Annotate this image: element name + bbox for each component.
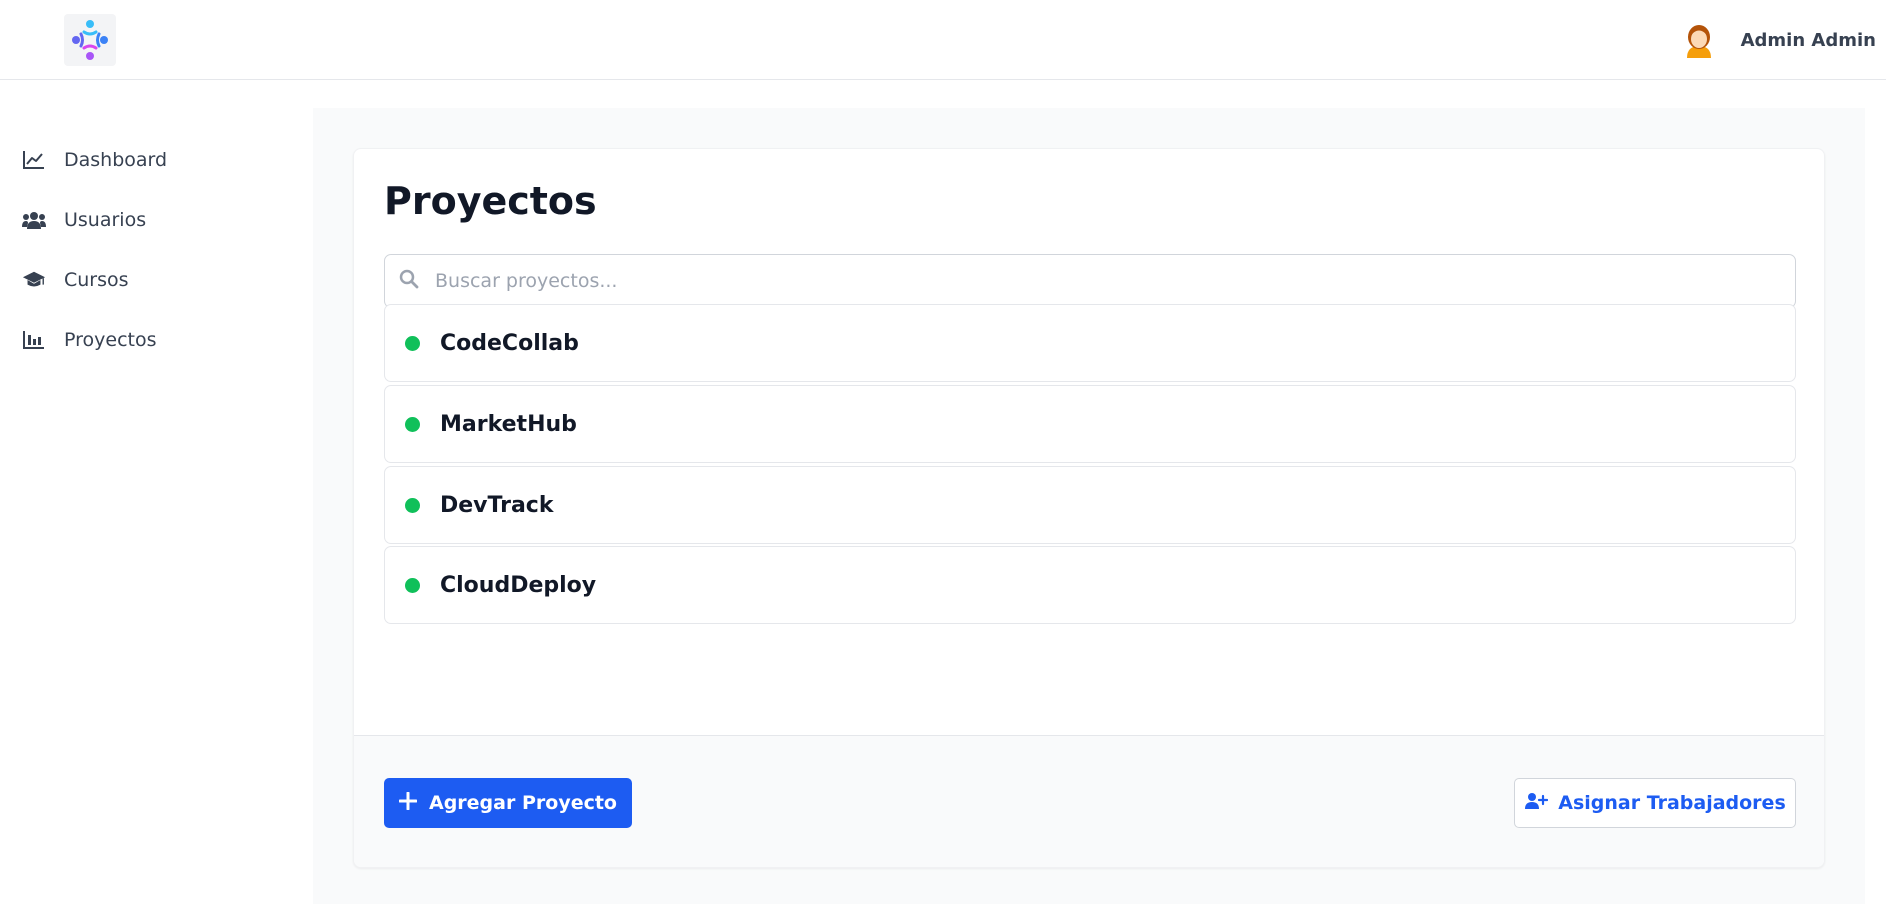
sidebar-item-label: Dashboard (64, 149, 168, 171)
sidebar-item-cursos[interactable]: Cursos (22, 260, 129, 300)
search-input[interactable] (433, 269, 1733, 293)
page-title: Proyectos (384, 179, 597, 223)
sidebar-item-label: Cursos (64, 269, 129, 291)
sidebar-item-dashboard[interactable]: Dashboard (22, 140, 167, 180)
app-logo[interactable] (64, 14, 116, 66)
users-icon (22, 208, 46, 232)
line-chart-icon (22, 148, 46, 172)
graduation-cap-icon (22, 268, 46, 292)
sidebar: Dashboard Usuarios Cursos Proyectos (0, 80, 313, 904)
project-row[interactable]: MarketHub (384, 385, 1796, 463)
add-project-label: Agregar Proyecto (429, 792, 617, 814)
status-dot (405, 335, 420, 351)
sidebar-item-proyectos[interactable]: Proyectos (22, 320, 157, 360)
project-row[interactable]: DevTrack (384, 466, 1796, 544)
status-dot (405, 577, 420, 593)
bar-chart-icon (22, 328, 46, 352)
user-plus-icon (1524, 792, 1549, 815)
plus-icon (398, 791, 418, 815)
project-row[interactable]: CloudDeploy (384, 546, 1796, 624)
search-box[interactable] (384, 254, 1796, 308)
sidebar-item-usuarios[interactable]: Usuarios (22, 200, 146, 240)
project-name: CloudDeploy (440, 572, 597, 598)
user-avatar-icon[interactable] (1679, 20, 1719, 60)
sidebar-item-label: Proyectos (64, 329, 157, 351)
status-dot (405, 416, 420, 432)
project-row[interactable]: CodeCollab (384, 304, 1796, 382)
status-dot (405, 497, 420, 513)
top-bar: Admin Admin (0, 0, 1886, 80)
user-name[interactable]: Admin Admin (1741, 30, 1876, 51)
assign-workers-label: Asignar Trabajadores (1558, 792, 1786, 814)
projects-card: Proyectos CodeCollab MarketHub DevTrack Clo… (353, 148, 1825, 868)
add-project-button[interactable]: Agregar Proyecto (384, 778, 632, 828)
sidebar-item-label: Usuarios (64, 209, 147, 231)
main-content: Proyectos CodeCollab MarketHub DevTrack Clo… (313, 108, 1865, 904)
project-name: DevTrack (440, 492, 554, 518)
assign-workers-button[interactable]: Asignar Trabajadores (1514, 778, 1796, 828)
project-name: CodeCollab (440, 330, 579, 356)
project-name: MarketHub (440, 411, 577, 437)
search-icon (399, 269, 419, 293)
user-menu[interactable]: Admin Admin (1679, 20, 1876, 60)
people-network-logo (72, 20, 108, 60)
card-footer: Agregar Proyecto Asignar Trabajadores (354, 735, 1824, 867)
